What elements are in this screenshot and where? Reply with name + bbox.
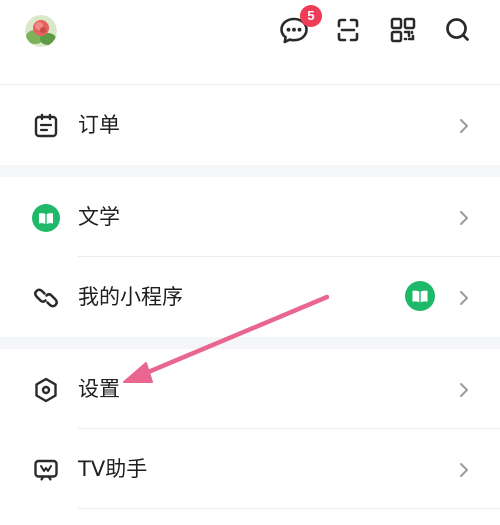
menu-item-settings[interactable]: 设置 <box>0 349 500 429</box>
avatar[interactable] <box>25 15 57 47</box>
menu-item-label: TV助手 <box>78 457 148 481</box>
mini-program-book-icon <box>405 281 435 311</box>
menu-item-order[interactable]: 订单 <box>0 85 500 165</box>
link-icon <box>32 284 60 312</box>
chevron-right-icon <box>457 117 471 135</box>
menu-item-label: 我的小程序 <box>78 285 183 309</box>
search-icon[interactable] <box>440 12 476 48</box>
menu-item-literature[interactable]: 文学 <box>0 177 500 257</box>
section-separator <box>0 337 500 349</box>
divider <box>78 508 500 509</box>
chat-badge: 5 <box>300 5 322 27</box>
hexagon-settings-icon <box>32 376 60 404</box>
menu-item-tv-assistant[interactable]: TV助手 <box>0 429 500 509</box>
menu-item-label: 设置 <box>78 377 120 401</box>
scan-icon[interactable] <box>330 12 366 48</box>
book-icon <box>32 204 60 232</box>
order-icon <box>32 112 60 140</box>
chevron-right-icon <box>457 289 471 307</box>
menu-item-label: 订单 <box>78 113 120 137</box>
menu-item-label: 文学 <box>78 205 120 229</box>
top-bar: 5 <box>0 0 500 85</box>
tv-icon <box>32 456 60 484</box>
avatar-image <box>25 15 57 47</box>
chevron-right-icon <box>457 461 471 479</box>
chevron-right-icon <box>457 381 471 399</box>
section-separator <box>0 165 500 177</box>
qr-code-icon[interactable] <box>385 12 421 48</box>
chevron-right-icon <box>457 209 471 227</box>
